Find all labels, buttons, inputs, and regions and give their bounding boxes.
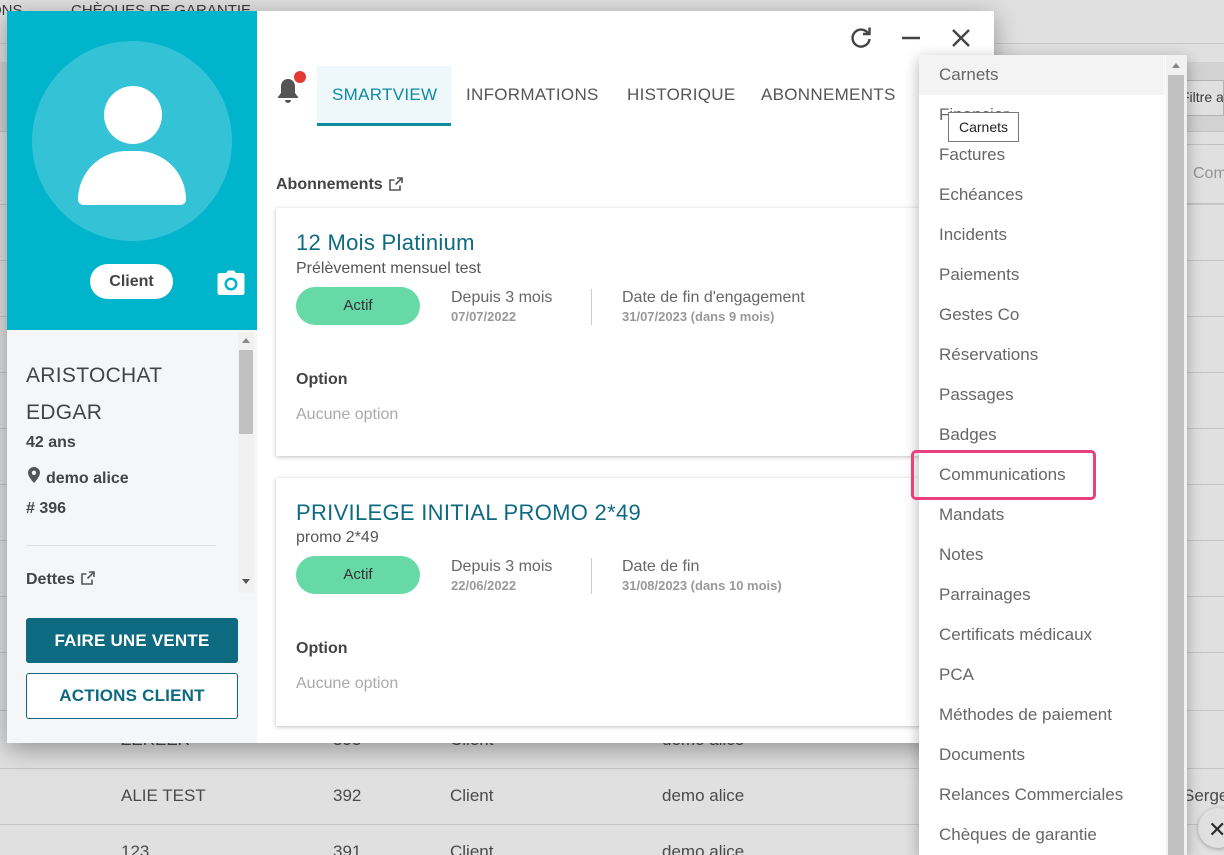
option-value: Aucune option: [296, 675, 399, 692]
status-badge: Actif: [296, 556, 420, 594]
location-pin-icon: [28, 467, 40, 483]
client-location-text: demo alice: [46, 470, 129, 487]
option-label: Option: [296, 640, 348, 657]
subscription-title: PRIVILEGE INITIAL PROMO 2*49: [296, 500, 642, 525]
subscriptions-section-title[interactable]: Abonnements: [276, 176, 403, 194]
menu-item-reservations[interactable]: Réservations: [919, 335, 1165, 375]
client-last-name: ARISTOCHAT: [26, 364, 163, 387]
since-date: 22/06/2022: [451, 578, 517, 593]
menu-item-carnets[interactable]: Carnets: [919, 55, 1165, 95]
close-icon[interactable]: [948, 25, 974, 51]
option-label: Option: [296, 371, 348, 388]
subscription-subtitle: promo 2*49: [296, 529, 379, 546]
divider: [591, 558, 592, 594]
tab-smartview[interactable]: SMARTVIEW: [332, 85, 437, 105]
camera-icon[interactable]: [217, 270, 245, 296]
make-sale-button[interactable]: FAIRE UNE VENTE: [26, 618, 238, 663]
menu-scrollbar[interactable]: [1166, 55, 1187, 855]
subscription-card[interactable]: PRIVILEGE INITIAL PROMO 2*49 promo 2*49 …: [276, 478, 936, 726]
client-location: demo alice: [26, 467, 129, 488]
scrollbar-thumb[interactable]: [1168, 75, 1184, 855]
end-label: Date de fin: [622, 558, 700, 575]
menu-item-cheques-de-garantie[interactable]: Chèques de garantie: [919, 815, 1165, 855]
refresh-icon[interactable]: [848, 25, 874, 51]
menu-item-documents[interactable]: Documents: [919, 735, 1165, 775]
client-age: 42 ans: [26, 434, 76, 451]
subscription-subtitle: Prélèvement mensuel test: [296, 260, 481, 277]
scroll-down-arrow-icon[interactable]: [242, 579, 250, 584]
profile-details: ARISTOCHAT EDGAR 42 ans demo alice # 396…: [7, 330, 257, 595]
menu-item-methodes-de-paiement[interactable]: Méthodes de paiement: [919, 695, 1165, 735]
client-name: ARISTOCHAT EDGAR: [26, 357, 162, 431]
divider: [26, 545, 216, 546]
debts-label: Dettes: [26, 571, 75, 588]
menu-item-notes[interactable]: Notes: [919, 535, 1165, 575]
profile-scrollbar[interactable]: [238, 333, 254, 593]
end-date: 31/07/2023 (dans 9 mois): [622, 309, 775, 324]
menu-item-pca[interactable]: PCA: [919, 655, 1165, 695]
debts-link[interactable]: Dettes: [26, 571, 95, 589]
active-tab-indicator: [317, 123, 451, 126]
menu-item-paiements[interactable]: Paiements: [919, 255, 1165, 295]
avatar-body-shape: [78, 151, 186, 205]
client-dialog: Client ARISTOCHAT EDGAR 42 ans demo alic…: [7, 11, 994, 743]
external-link-icon: [81, 571, 95, 585]
profile-header: Client: [7, 11, 257, 330]
client-id: # 396: [26, 500, 67, 517]
scrollbar-thumb[interactable]: [239, 350, 253, 434]
end-label: Date de fin d'engagement: [622, 289, 805, 306]
scroll-up-arrow-icon[interactable]: [1172, 63, 1180, 68]
tab-historique[interactable]: HISTORIQUE: [627, 85, 735, 105]
menu-item-passages[interactable]: Passages: [919, 375, 1165, 415]
external-link-icon: [388, 177, 403, 191]
status-badge: Actif: [296, 287, 420, 325]
menu-item-relances-commerciales[interactable]: Relances Commerciales: [919, 775, 1165, 815]
menu-item-incidents[interactable]: Incidents: [919, 215, 1165, 255]
divider: [591, 289, 592, 325]
profile-panel: Client ARISTOCHAT EDGAR 42 ans demo alic…: [7, 11, 257, 743]
subscriptions-title-text: Abonnements: [276, 176, 383, 193]
client-actions-button[interactable]: ACTIONS CLIENT: [26, 673, 238, 719]
avatar-head-shape: [104, 86, 162, 144]
since-label: Depuis 3 mois: [451, 289, 553, 306]
since-label: Depuis 3 mois: [451, 558, 553, 575]
menu-item-certificats-medicaux[interactable]: Certificats médicaux: [919, 615, 1165, 655]
menu-item-echeances[interactable]: Echéances: [919, 175, 1165, 215]
menu-item-mandats[interactable]: Mandats: [919, 495, 1165, 535]
tooltip: Carnets: [948, 112, 1019, 142]
scroll-up-arrow-icon[interactable]: [242, 338, 250, 343]
minimize-icon[interactable]: [898, 25, 924, 51]
menu-item-parrainages[interactable]: Parrainages: [919, 575, 1165, 615]
option-value: Aucune option: [296, 406, 399, 423]
tab-abonnements[interactable]: ABONNEMENTS: [761, 85, 896, 105]
subscription-card[interactable]: 12 Mois Platinium Prélèvement mensuel te…: [276, 208, 936, 456]
end-date: 31/08/2023 (dans 10 mois): [622, 578, 782, 593]
subscription-title: 12 Mois Platinium: [296, 230, 475, 255]
notification-badge: [294, 71, 306, 83]
avatar[interactable]: [32, 41, 232, 241]
role-badge: Client: [90, 264, 173, 299]
highlight-annotation: [911, 450, 1096, 500]
menu-item-gestes-co[interactable]: Gestes Co: [919, 295, 1165, 335]
menu-item-badges[interactable]: Badges: [919, 415, 1165, 455]
since-date: 07/07/2022: [451, 309, 517, 324]
tab-informations[interactable]: INFORMATIONS: [466, 85, 599, 105]
client-first-name: EDGAR: [26, 401, 103, 424]
